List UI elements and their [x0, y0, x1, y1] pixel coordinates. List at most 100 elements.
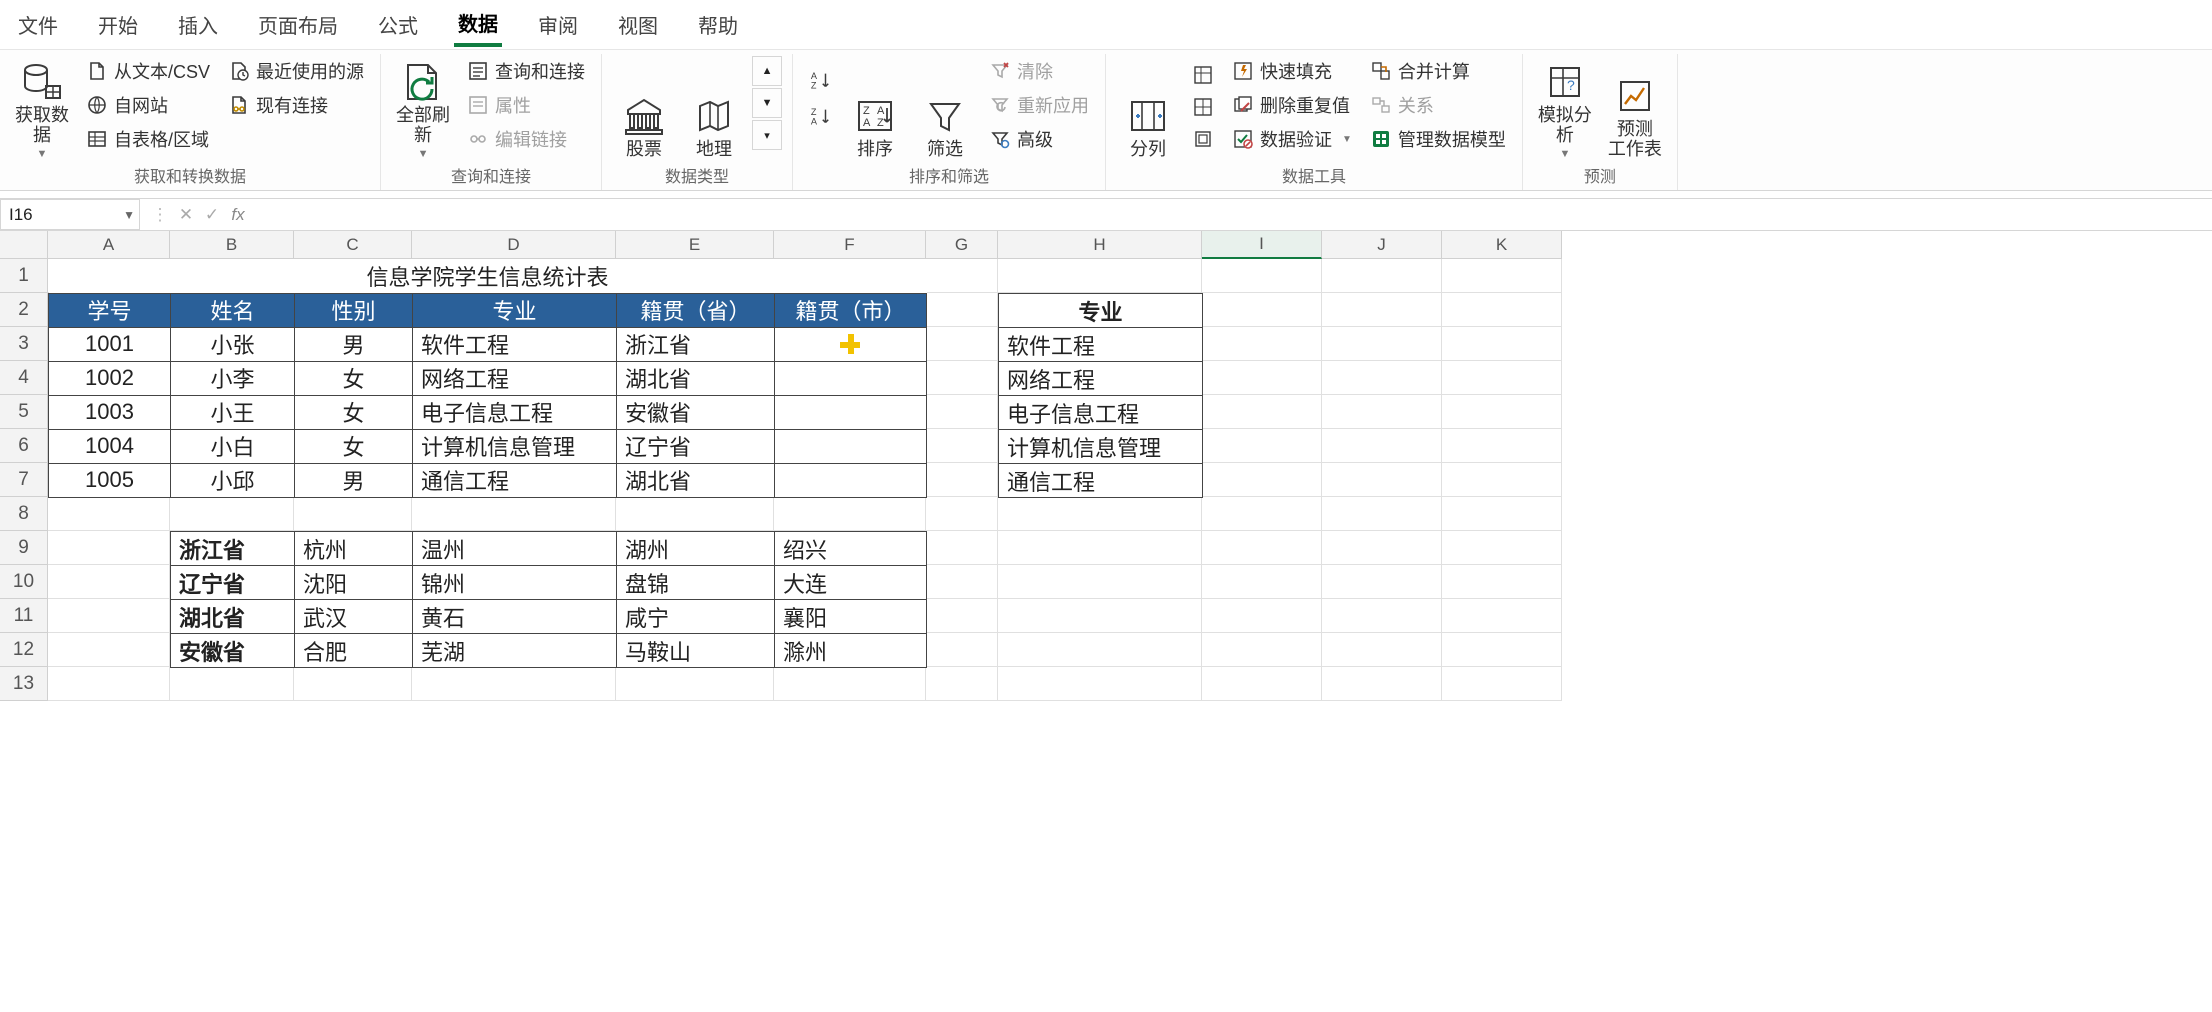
- city-cell[interactable]: 盘锦: [617, 566, 775, 600]
- cell[interactable]: [926, 497, 998, 531]
- cell[interactable]: [926, 463, 998, 497]
- cell[interactable]: [1442, 531, 1562, 565]
- filter-button[interactable]: 筛选: [913, 56, 977, 160]
- main-cell[interactable]: 辽宁省: [617, 429, 775, 463]
- city-cell[interactable]: 沈阳: [295, 566, 413, 600]
- cancel-icon[interactable]: ✕: [174, 205, 198, 225]
- city-cell[interactable]: 武汉: [295, 600, 413, 634]
- column-header-K[interactable]: K: [1442, 231, 1562, 259]
- cell[interactable]: [1442, 293, 1562, 327]
- cell[interactable]: [998, 531, 1202, 565]
- city-cell[interactable]: 襄阳: [775, 600, 927, 634]
- city-cell[interactable]: 杭州: [295, 532, 413, 566]
- main-cell[interactable]: 湖北省: [617, 463, 775, 497]
- main-cell[interactable]: 小白: [171, 429, 295, 463]
- row-header-11[interactable]: 11: [0, 599, 48, 633]
- cell[interactable]: [1322, 599, 1442, 633]
- cell[interactable]: [926, 429, 998, 463]
- cell[interactable]: [926, 395, 998, 429]
- cell[interactable]: [48, 531, 170, 565]
- cell[interactable]: [1322, 327, 1442, 361]
- cell[interactable]: [1442, 259, 1562, 293]
- main-cell[interactable]: 1005: [49, 463, 171, 497]
- city-cell[interactable]: 大连: [775, 566, 927, 600]
- row-header-2[interactable]: 2: [0, 293, 48, 327]
- column-header-D[interactable]: D: [412, 231, 616, 259]
- cell[interactable]: [926, 667, 998, 701]
- cell[interactable]: [926, 327, 998, 361]
- history-icon[interactable]: ⋮: [148, 205, 172, 225]
- cell[interactable]: [1322, 429, 1442, 463]
- name-box[interactable]: I16 ▼: [0, 199, 140, 230]
- reapply-filter-button[interactable]: 重新应用: [983, 90, 1095, 120]
- major-cell[interactable]: 软件工程: [999, 328, 1203, 362]
- tab-layout[interactable]: 页面布局: [254, 6, 342, 45]
- tab-insert[interactable]: 插入: [174, 6, 222, 45]
- text-to-columns-button[interactable]: 分列: [1116, 56, 1180, 160]
- main-header[interactable]: 性别: [295, 293, 413, 327]
- cell[interactable]: [926, 565, 998, 599]
- cell[interactable]: [998, 565, 1202, 599]
- forecast-sheet-button[interactable]: 预测 工作表: [1603, 56, 1667, 160]
- main-cell[interactable]: 安徽省: [617, 395, 775, 429]
- cell[interactable]: [1442, 429, 1562, 463]
- main-cell[interactable]: 1003: [49, 395, 171, 429]
- cell[interactable]: [616, 667, 774, 701]
- cell[interactable]: [1202, 327, 1322, 361]
- main-cell[interactable]: 湖北省: [617, 361, 775, 395]
- tab-data[interactable]: 数据: [454, 4, 502, 47]
- cell[interactable]: [1202, 531, 1322, 565]
- tab-formula[interactable]: 公式: [374, 6, 422, 45]
- cell[interactable]: [1442, 395, 1562, 429]
- existing-connections-button[interactable]: 现有连接: [222, 90, 370, 120]
- stock-datatype-button[interactable]: 股票: [612, 56, 676, 160]
- city-cell[interactable]: 湖北省: [171, 600, 295, 634]
- city-cell[interactable]: 合肥: [295, 634, 413, 668]
- main-cell[interactable]: 女: [295, 361, 413, 395]
- row-header-4[interactable]: 4: [0, 361, 48, 395]
- cell[interactable]: [1442, 599, 1562, 633]
- cell[interactable]: [1202, 395, 1322, 429]
- datatype-more-button[interactable]: ▾: [752, 120, 782, 150]
- column-header-H[interactable]: H: [998, 231, 1202, 259]
- main-header[interactable]: 专业: [413, 293, 617, 327]
- cell[interactable]: [1322, 633, 1442, 667]
- column-header-I[interactable]: I: [1202, 231, 1322, 259]
- main-cell[interactable]: 小张: [171, 327, 295, 361]
- main-cell[interactable]: 小李: [171, 361, 295, 395]
- city-cell[interactable]: 辽宁省: [171, 566, 295, 600]
- city-cell[interactable]: 滁州: [775, 634, 927, 668]
- from-text-csv-button[interactable]: 从文本/CSV: [80, 56, 216, 86]
- from-web-button[interactable]: 自网站: [80, 90, 216, 120]
- column-header-A[interactable]: A: [48, 231, 170, 259]
- main-cell[interactable]: [775, 429, 927, 463]
- remove-duplicates-button[interactable]: 删除重复值: [1226, 90, 1358, 120]
- main-cell[interactable]: 1004: [49, 429, 171, 463]
- consolidate-button[interactable]: 合并计算: [1364, 56, 1512, 86]
- main-cell[interactable]: [775, 361, 927, 395]
- row-header-5[interactable]: 5: [0, 395, 48, 429]
- datatype-next-button[interactable]: ▼: [752, 88, 782, 118]
- column-header-G[interactable]: G: [926, 231, 998, 259]
- cell[interactable]: [926, 361, 998, 395]
- tab-help[interactable]: 帮助: [694, 6, 742, 45]
- cell[interactable]: [616, 497, 774, 531]
- cell[interactable]: [1442, 565, 1562, 599]
- sheet-title[interactable]: 信息学院学生信息统计表: [49, 259, 927, 293]
- main-cell[interactable]: 电子信息工程: [413, 395, 617, 429]
- recent-sources-button[interactable]: 最近使用的源: [222, 56, 370, 86]
- city-cell[interactable]: 锦州: [413, 566, 617, 600]
- main-cell[interactable]: 女: [295, 395, 413, 429]
- manage-data-model-button[interactable]: 管理数据模型: [1364, 124, 1512, 154]
- row-header-7[interactable]: 7: [0, 463, 48, 497]
- formula-input[interactable]: [258, 199, 2212, 230]
- cell[interactable]: [1202, 293, 1322, 327]
- cell[interactable]: [998, 497, 1202, 531]
- city-cell[interactable]: 温州: [413, 532, 617, 566]
- main-cell[interactable]: 男: [295, 327, 413, 361]
- row-header-3[interactable]: 3: [0, 327, 48, 361]
- city-cell[interactable]: 黄石: [413, 600, 617, 634]
- city-cell[interactable]: 浙江省: [171, 532, 295, 566]
- cell[interactable]: [1202, 463, 1322, 497]
- row-header-13[interactable]: 13: [0, 667, 48, 701]
